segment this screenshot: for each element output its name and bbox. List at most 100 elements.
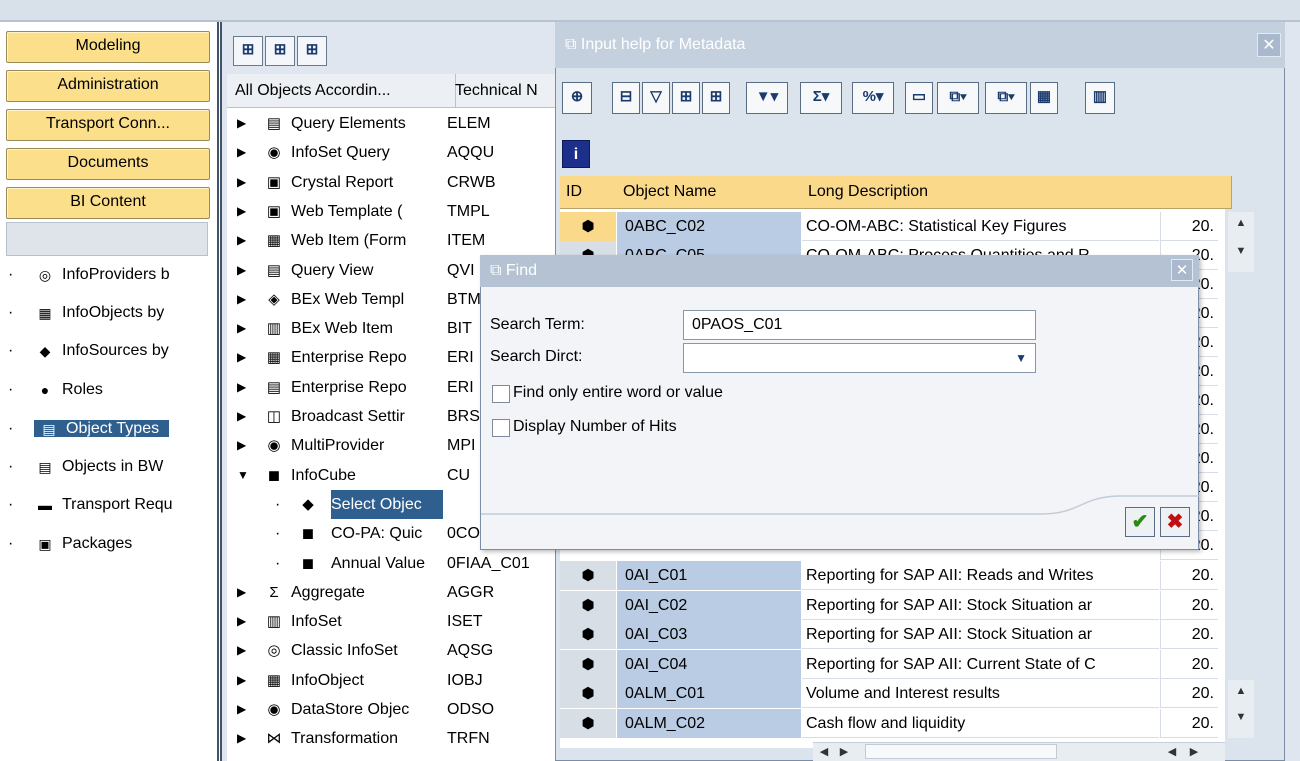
entire-word-label: Find only entire word or value (513, 384, 723, 401)
expand-icon[interactable]: ▶ (237, 343, 251, 372)
column-header-object-name[interactable]: Object Name (617, 176, 809, 209)
tree-column-all-objects[interactable]: All Objects Accordin... (227, 74, 456, 108)
tree-row[interactable]: ▶ ◎ Classic InfoSet AQSG (227, 636, 557, 665)
row-date-cell: 20. (1160, 561, 1218, 590)
tree-row[interactable]: ▶ ▤ Query Elements ELEM (227, 109, 557, 138)
metadata-toolbar-button[interactable]: ▼▾ (746, 82, 788, 114)
metadata-toolbar-button[interactable]: ⊕ (562, 82, 592, 114)
number-of-hits-checkbox[interactable] (492, 419, 510, 437)
tree-row[interactable]: ▶ ▦ Web Item (Form ITEM (227, 226, 557, 255)
tree-row[interactable]: · ◼ Annual Value 0FIAA_C01 (227, 549, 557, 578)
nav-button-modeling[interactable]: Modeling (6, 31, 210, 63)
expand-icon[interactable]: ▶ (237, 285, 251, 314)
table-row[interactable]: ⬢ 0AI_C03 Reporting for SAP AII: Stock Sit… (560, 620, 1225, 649)
scroll-right-icon[interactable]: ▶ (1185, 743, 1203, 761)
left-tree-item[interactable]: · ▣ Packages (8, 529, 132, 559)
vertical-scrollbar-top[interactable]: ▲ ▼ (1228, 212, 1254, 272)
metadata-toolbar-button[interactable]: ▦ (1030, 82, 1058, 114)
object-type-icon: ◼ (301, 554, 315, 572)
metadata-toolbar-button[interactable]: ▥ (1085, 82, 1115, 114)
scroll-down-icon[interactable]: ▼ (1232, 708, 1250, 726)
metadata-toolbar-button[interactable]: %▾ (852, 82, 894, 114)
metadata-toolbar-button[interactable]: Σ▾ (800, 82, 842, 114)
expand-icon[interactable]: ▶ (237, 578, 251, 607)
tree-toolbar-button-1[interactable]: ⊞ (233, 36, 263, 66)
tree-find-icon[interactable]: ⊞ (265, 36, 295, 66)
left-tree-item[interactable]: · ◎ InfoProviders b (8, 260, 170, 290)
table-row[interactable]: ⬢ 0AI_C04 Reporting for SAP AII: Current S… (560, 649, 1225, 679)
expand-icon[interactable]: ▶ (237, 314, 251, 343)
horizontal-scroll-thumb[interactable] (865, 744, 1057, 759)
scroll-up-icon[interactable]: ▲ (1232, 682, 1250, 700)
metadata-toolbar-button[interactable]: ⧉▾ (985, 82, 1027, 114)
column-header-date[interactable] (1160, 176, 1232, 209)
table-row[interactable]: ⬢ 0ALM_C01 Volume and Interest results 20. (560, 679, 1225, 708)
left-tree-item[interactable]: · ● Roles (8, 375, 103, 405)
metadata-close-icon[interactable]: ✕ (1257, 33, 1281, 57)
metadata-toolbar-button[interactable]: ⊞ (702, 82, 730, 114)
scroll-up-icon[interactable]: ▲ (1232, 214, 1250, 232)
expand-icon[interactable]: ▶ (237, 138, 251, 167)
scroll-right-icon[interactable]: ▶ (835, 743, 853, 761)
expand-icon[interactable]: ▶ (237, 197, 251, 226)
search-term-input[interactable]: 0PAOS_C01 (683, 310, 1036, 340)
cancel-button[interactable]: ✖ (1160, 507, 1190, 537)
table-row[interactable]: ⬢ 0AI_C02 Reporting for SAP AII: Stock Sit… (560, 590, 1225, 620)
tree-row[interactable]: ▶ ◉ DataStore Objec ODSO (227, 695, 557, 724)
collapse-icon[interactable]: ▼ (237, 461, 251, 490)
expand-icon[interactable]: ▶ (237, 666, 251, 695)
scroll-left-icon[interactable]: ◀ (1163, 743, 1181, 761)
tree-row[interactable]: ▶ ◉ InfoSet Query AQQU (227, 138, 557, 167)
entire-word-checkbox[interactable] (492, 385, 510, 403)
metadata-toolbar-button[interactable]: ▽ (642, 82, 670, 114)
expand-icon[interactable]: ▶ (237, 168, 251, 197)
vertical-scrollbar-bottom[interactable]: ▲ ▼ (1228, 680, 1254, 738)
expand-icon[interactable]: ▶ (237, 226, 251, 255)
expand-icon[interactable]: ▶ (237, 109, 251, 138)
left-tree-item[interactable]: · ▤ Object Types (8, 414, 170, 444)
tree-row[interactable]: ▶ ▥ InfoSet ISET (227, 607, 557, 636)
scroll-down-icon[interactable]: ▼ (1232, 242, 1250, 260)
table-row[interactable]: ⬢ 0ABC_C02 CO-OM-ABC: Statistical Key Figu… (560, 212, 1225, 241)
metadata-toolbar-button[interactable]: ▭ (905, 82, 933, 114)
expand-icon[interactable]: ▶ (237, 431, 251, 460)
left-tree-item[interactable]: · ▦ InfoObjects by (8, 298, 164, 328)
left-tree-item[interactable]: · ◆ InfoSources by (8, 336, 169, 366)
expand-icon[interactable]: ▶ (237, 695, 251, 724)
tree-row[interactable]: ▶ ▦ InfoObject IOBJ (227, 666, 557, 695)
expand-icon[interactable]: ▶ (237, 373, 251, 402)
column-header-id[interactable]: ID (560, 176, 624, 209)
table-row[interactable]: ⬢ 0AI_C01 Reporting for SAP AII: Reads and… (560, 561, 1225, 590)
expand-icon[interactable]: ▶ (237, 256, 251, 285)
metadata-toolbar-button[interactable]: ⊟ (612, 82, 640, 114)
search-direction-select[interactable]: ▼ (683, 343, 1036, 373)
infoprovider-icon: ◎ (38, 266, 52, 283)
column-header-long-description[interactable]: Long Description (802, 176, 1167, 209)
nav-button-transport-connection[interactable]: Transport Conn... (6, 109, 210, 141)
document-icon: ▤ (42, 420, 56, 437)
expand-icon[interactable]: ▶ (237, 636, 251, 665)
expand-icon[interactable]: ▶ (237, 402, 251, 431)
info-icon[interactable]: i (562, 140, 590, 168)
metadata-toolbar-button[interactable]: ⧉▾ (937, 82, 979, 114)
tree-find-next-icon[interactable]: ⊞ (297, 36, 327, 66)
tree-row[interactable]: ▶ ▣ Web Template (TMPL (227, 197, 557, 226)
left-tree-item[interactable]: · ▤ Objects in BW (8, 452, 163, 482)
nav-button-administration[interactable]: Administration (6, 70, 210, 102)
left-tree-item[interactable]: · ▬ Transport Requ (8, 490, 173, 520)
tree-column-technical-name[interactable]: Technical N (447, 74, 565, 108)
expand-icon[interactable]: ▶ (237, 607, 251, 636)
table-row[interactable]: ⬢ 0ALM_C02 Cash flow and liquidity 20. (560, 708, 1225, 738)
tree-row-name: Web Item (Form (291, 232, 407, 250)
find-close-icon[interactable]: ✕ (1171, 259, 1193, 281)
nav-button-documents[interactable]: Documents (6, 148, 210, 180)
object-type-icon: ⋈ (266, 730, 282, 748)
tree-row[interactable]: ▶ ⋈ Transformation TRFN (227, 724, 557, 753)
expand-icon[interactable]: ▶ (237, 724, 251, 753)
confirm-button[interactable]: ✔ (1125, 507, 1155, 537)
nav-button-bi-content[interactable]: BI Content (6, 187, 210, 219)
tree-row[interactable]: ▶ ▣ Crystal Report CRWB (227, 168, 557, 197)
metadata-toolbar-button[interactable]: ⊞ (672, 82, 700, 114)
scroll-left-icon[interactable]: ◀ (815, 743, 833, 761)
tree-row[interactable]: ▶ Σ Aggregate AGGR (227, 578, 557, 607)
